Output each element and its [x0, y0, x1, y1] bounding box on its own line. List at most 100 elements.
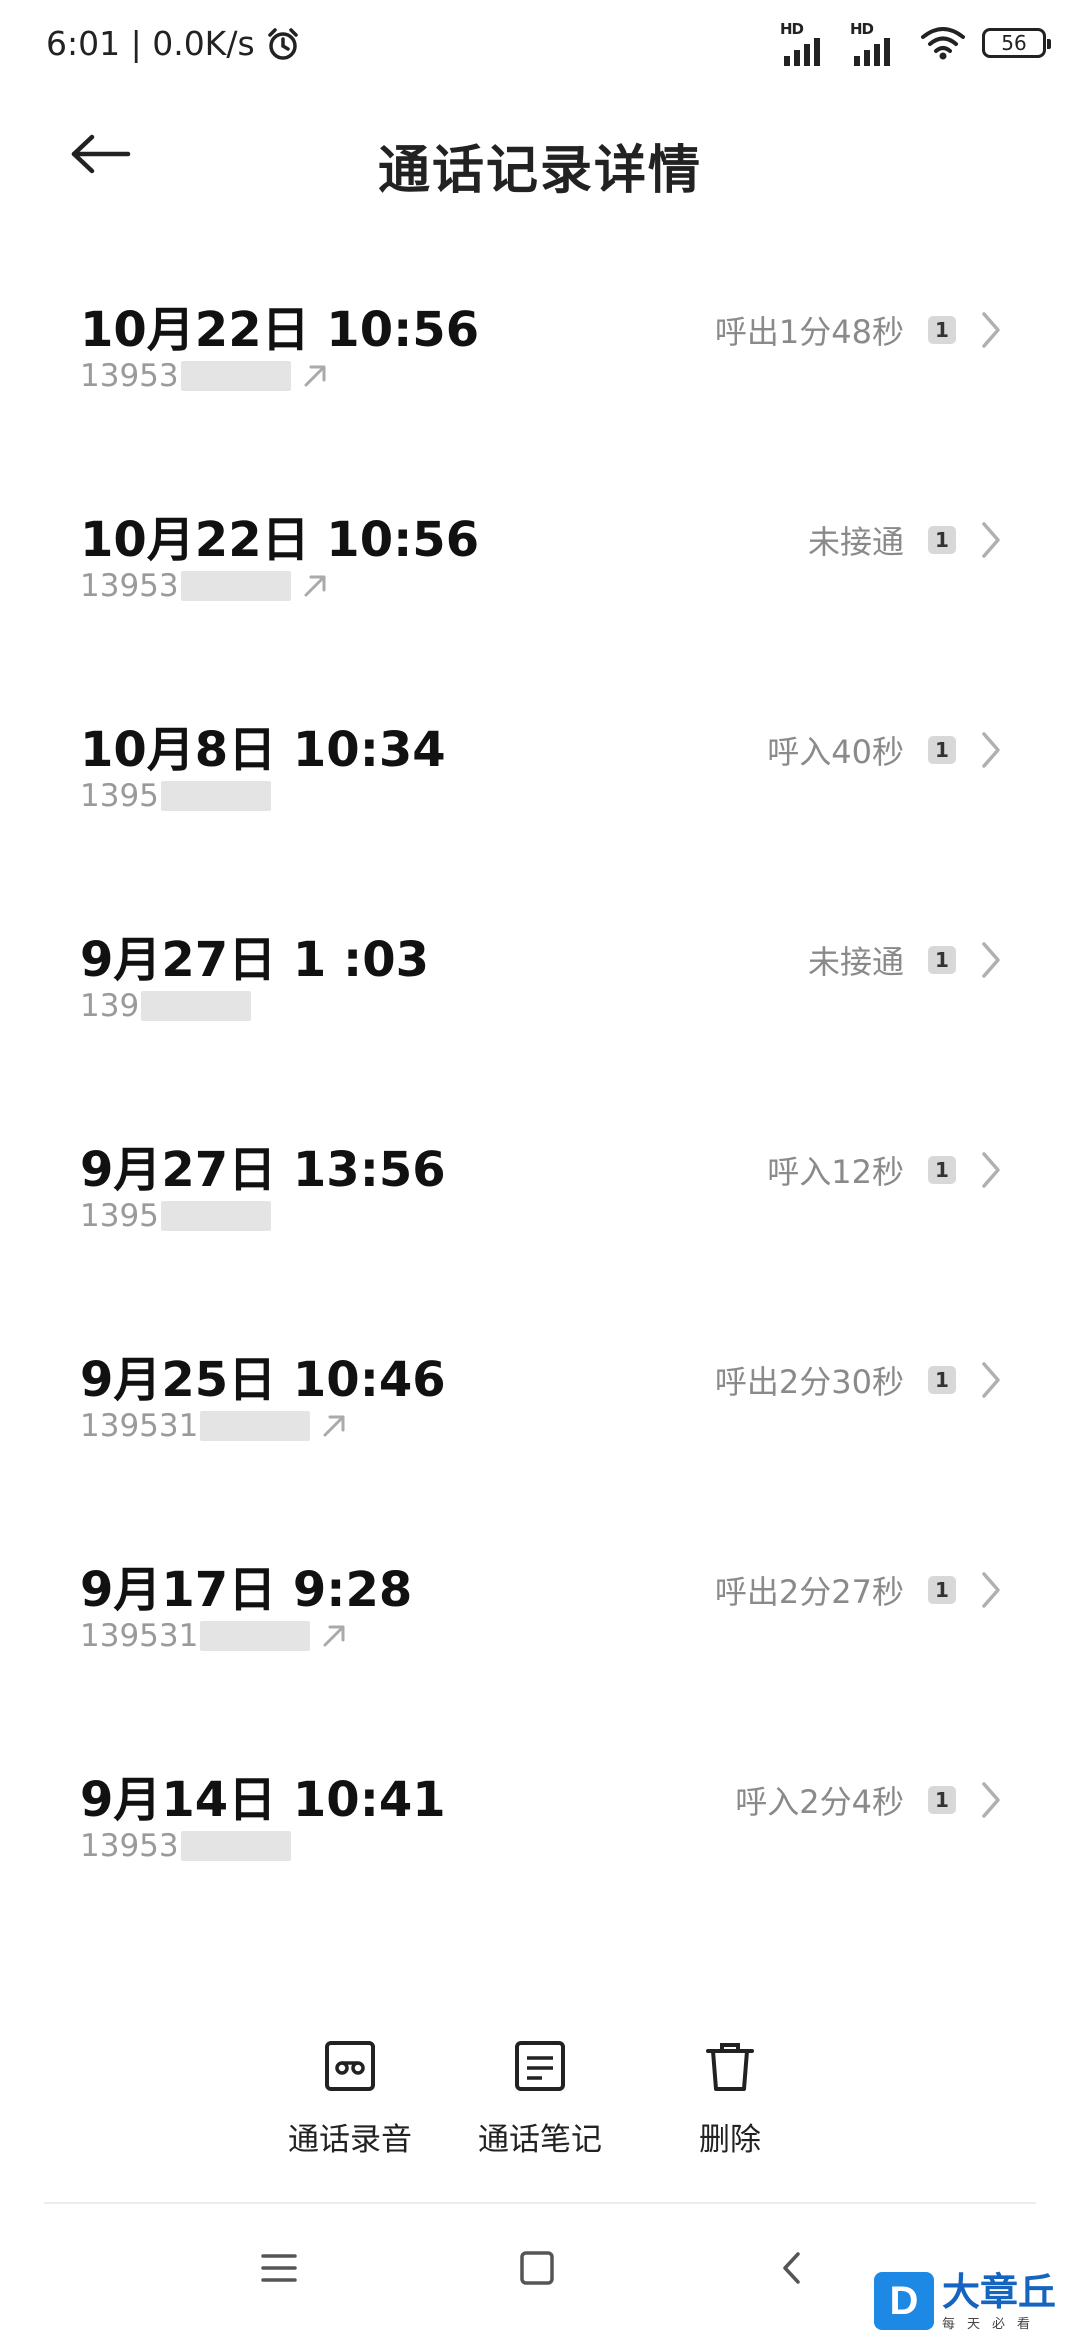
redacted-digits [180, 361, 291, 391]
delete-button[interactable]: 删除 [630, 2040, 830, 2159]
sim-card-icon: 1 [928, 1576, 956, 1604]
call-row[interactable]: 9月27日 1 :03 139 未接通 1 [0, 880, 1080, 1090]
call-status: 呼入40秒 [767, 733, 904, 771]
call-number: 139531 [80, 1618, 199, 1654]
call-meta: 呼入2分4秒 1 [735, 1778, 1002, 1822]
chevron-right-icon [982, 1782, 1000, 1818]
call-status: 呼出1分48秒 [714, 313, 904, 351]
redacted-digits [200, 1621, 311, 1651]
home-nav-button[interactable] [517, 2248, 587, 2308]
outgoing-arrow-icon [323, 1625, 345, 1647]
sim-card-icon: 1 [928, 526, 956, 554]
call-date: 10月8日 10:34 [80, 722, 446, 778]
call-row[interactable]: 10月22日 10:56 13953 呼出1分48秒 1 [0, 250, 1080, 460]
watermark-name: 大章丘 [942, 2269, 1057, 2314]
watermark-icon: D [874, 2272, 934, 2330]
outgoing-arrow-icon [304, 365, 326, 387]
call-recording-button[interactable]: 通话录音 [250, 2040, 450, 2159]
header: 通话记录详情 [0, 96, 1080, 226]
call-meta: 未接通 1 [808, 518, 1002, 562]
call-date: 9月27日 1 :03 [80, 932, 430, 988]
call-number: 13953 [80, 568, 179, 604]
call-recording-label: 通话录音 [288, 2122, 412, 2158]
call-number-wrap: 13953 [80, 358, 329, 394]
redacted-digits [180, 1831, 291, 1861]
call-row[interactable]: 9月27日 13:56 1395 呼入12秒 1 [0, 1090, 1080, 1300]
menu-nav-button[interactable] [257, 2248, 327, 2308]
call-date: 10月22日 10:56 [80, 302, 480, 358]
call-status: 未接通 [807, 523, 904, 561]
sim-card-icon: 1 [928, 1786, 956, 1814]
chevron-right-icon [982, 522, 1000, 558]
call-number-wrap: 1395 [80, 1198, 271, 1234]
signal-sim2-icon: HD [850, 20, 904, 66]
call-meta: 呼出1分48秒 1 [715, 308, 1002, 352]
call-notes-label: 通话笔记 [478, 2122, 602, 2158]
call-status: 呼入12秒 [767, 1153, 904, 1191]
call-row[interactable]: 9月14日 10:41 13953 呼入2分4秒 1 [0, 1720, 1080, 1930]
call-number-wrap: 139 [80, 988, 252, 1024]
redacted-digits [160, 781, 271, 811]
call-list: 10月22日 10:56 13953 呼出1分48秒 1 10月22日 10:56 139… [0, 250, 1080, 1930]
call-row[interactable]: 10月8日 10:34 1395 呼入40秒 1 [0, 670, 1080, 880]
note-icon [515, 2041, 565, 2091]
call-meta: 呼入12秒 1 [767, 1148, 1002, 1192]
signal-sim1-icon: HD [780, 20, 834, 66]
chevron-left-icon [783, 2252, 800, 2284]
call-date: 9月17日 9:28 [80, 1562, 413, 1618]
call-date: 9月27日 13:56 [80, 1142, 446, 1198]
sim2-hd-label: HD [850, 20, 874, 38]
watermark-slogan: 每天必看 [942, 2316, 1043, 2332]
chevron-right-icon [982, 312, 1000, 348]
back-nav-button[interactable] [776, 2248, 846, 2308]
chevron-right-icon [982, 1362, 1000, 1398]
call-number-wrap: 13953 [80, 568, 329, 604]
wifi-icon [921, 27, 965, 60]
call-number-wrap: 13953 [80, 1828, 291, 1864]
delete-label: 删除 [699, 2122, 761, 2158]
call-number-wrap: 139531 [80, 1408, 348, 1444]
outgoing-arrow-icon [304, 575, 326, 597]
call-row[interactable]: 9月25日 10:46 139531 呼出2分30秒 1 [0, 1300, 1080, 1510]
call-meta: 呼出2分30秒 1 [715, 1358, 1002, 1402]
status-time-speed: 6:01 | 0.0K/s [46, 24, 255, 63]
divider [44, 2202, 1036, 2204]
sim-card-icon: 1 [928, 736, 956, 764]
call-number: 1395 [80, 1198, 159, 1234]
call-status: 未接通 [807, 943, 904, 981]
chevron-right-icon [982, 942, 1000, 978]
call-meta: 呼出2分27秒 1 [715, 1568, 1002, 1612]
redacted-digits [180, 571, 291, 601]
redacted-digits [141, 991, 252, 1021]
call-meta: 呼入40秒 1 [767, 728, 1002, 772]
navigation-bar: D 大章丘 每天必看 [0, 2210, 1080, 2340]
call-number: 139 [80, 988, 140, 1024]
call-number: 13953 [80, 358, 179, 394]
call-notes-button[interactable]: 通话笔记 [440, 2040, 640, 2159]
redacted-digits [200, 1411, 311, 1441]
call-number: 13953 [80, 1828, 179, 1864]
sim-card-icon: 1 [928, 1366, 956, 1394]
outgoing-arrow-icon [323, 1415, 345, 1437]
sim-card-icon: 1 [928, 1156, 956, 1184]
call-date: 10月22日 10:56 [80, 512, 480, 568]
home-square-icon [520, 2251, 554, 2285]
sim-card-icon: 1 [928, 316, 956, 344]
battery-level: 56 [1001, 31, 1027, 55]
watermark-logo: D 大章丘 每天必看 [874, 2264, 1074, 2338]
call-status: 呼入2分4秒 [735, 1783, 904, 1821]
call-number: 139531 [80, 1408, 199, 1444]
page-title: 通话记录详情 [377, 141, 702, 201]
chevron-right-icon [982, 1152, 1000, 1188]
battery-indicator: 56 [982, 28, 1051, 58]
call-status: 呼出2分30秒 [714, 1363, 904, 1401]
chevron-right-icon [982, 732, 1000, 768]
recording-icon [325, 2041, 375, 2091]
call-row[interactable]: 9月17日 9:28 139531 呼出2分27秒 1 [0, 1510, 1080, 1720]
sim1-hd-label: HD [780, 20, 804, 38]
sim-card-icon: 1 [928, 946, 956, 974]
call-number-wrap: 1395 [80, 778, 271, 814]
call-row[interactable]: 10月22日 10:56 13953 未接通 1 [0, 460, 1080, 670]
menu-icon [261, 2254, 297, 2282]
call-status: 呼出2分27秒 [714, 1573, 904, 1611]
